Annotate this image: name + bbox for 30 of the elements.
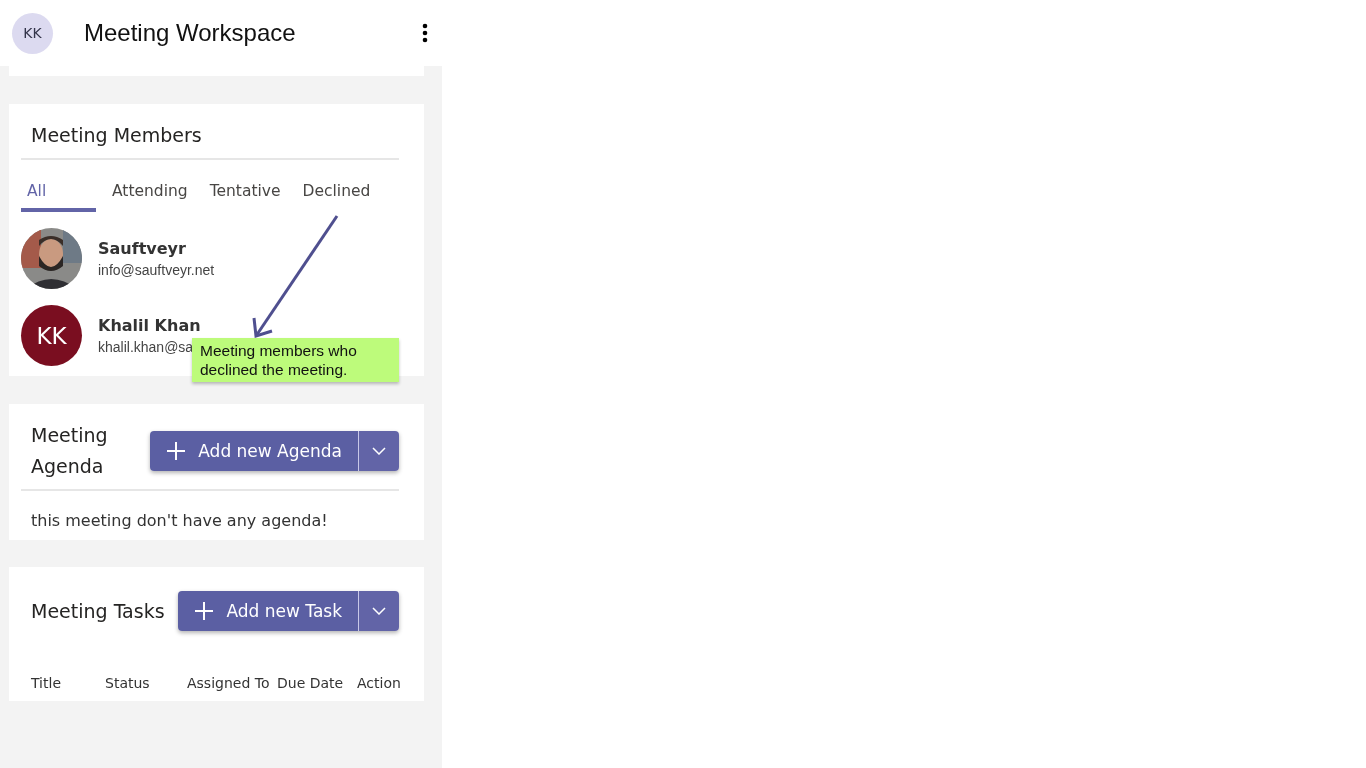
tab[interactable]: Attending xyxy=(106,176,194,213)
avatar[interactable]: KK xyxy=(12,12,53,54)
add-task-button[interactable]: Add new Task xyxy=(178,591,359,632)
card-title: Meeting Tasks xyxy=(30,598,165,624)
chevron-down-icon xyxy=(372,446,386,455)
app-title: Meeting Workspace xyxy=(84,19,297,47)
add-agenda-button[interactable]: Add new Agenda xyxy=(150,430,359,471)
card-title: Meeting Agenda xyxy=(30,423,109,479)
dropdown-button[interactable] xyxy=(359,591,399,632)
plus-icon xyxy=(166,440,187,461)
card-title: Meeting Members xyxy=(30,123,203,148)
column-header: Due Date xyxy=(277,675,345,692)
dropdown-button[interactable] xyxy=(359,430,399,471)
column-header: Title xyxy=(31,675,62,692)
column-header: Action xyxy=(357,675,402,692)
member-email: info@sauftveyr.net xyxy=(98,262,215,279)
member-email: khalil.khan@sa xyxy=(98,339,195,356)
chevron-down-icon xyxy=(372,607,386,616)
column-header: Status xyxy=(105,675,151,692)
tab[interactable]: Tentative xyxy=(203,176,287,213)
annotation-note: Meeting members who declined the meeting. xyxy=(192,338,399,382)
tab[interactable]: All xyxy=(21,176,96,213)
member-name: Sauftveyr xyxy=(98,239,187,259)
empty-message: this meeting don't have any agenda! xyxy=(30,510,329,531)
avatar: KK xyxy=(21,305,82,367)
tab[interactable]: Declined xyxy=(296,176,377,213)
member-name: Khalil Khan xyxy=(98,316,201,336)
column-header: Assigned To xyxy=(187,675,271,692)
plus-icon xyxy=(194,601,215,622)
more-icon[interactable] xyxy=(422,23,428,43)
